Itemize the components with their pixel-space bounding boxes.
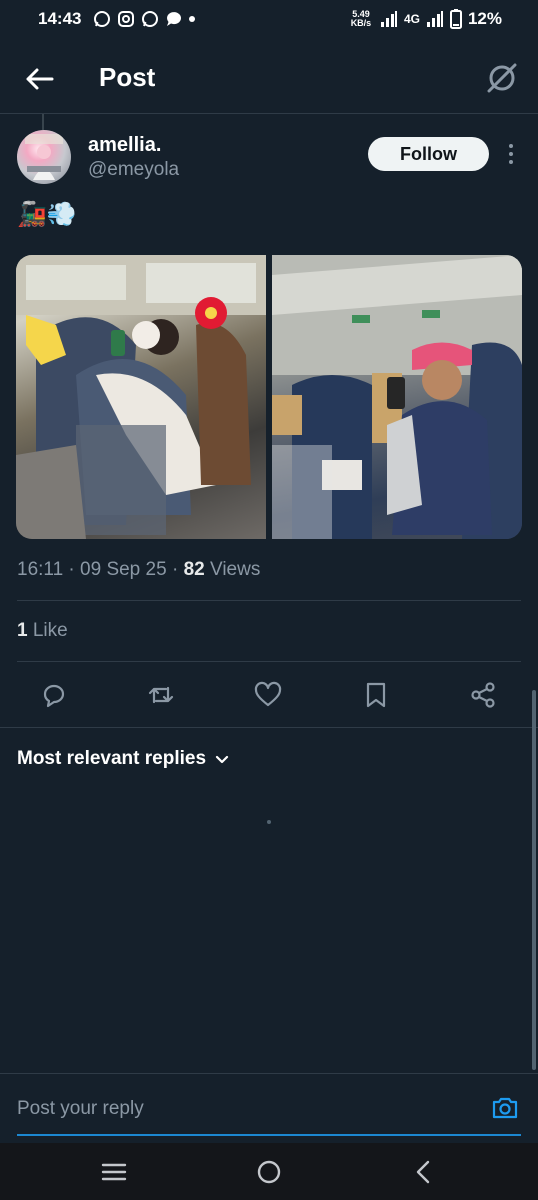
divider (17, 600, 521, 601)
battery-level: 12% (467, 9, 502, 28)
scrollbar[interactable] (532, 690, 536, 1070)
divider (0, 727, 538, 728)
bookmark-icon[interactable] (361, 680, 391, 710)
grok-icon[interactable] (484, 60, 520, 96)
status-time: 14:43 (38, 9, 82, 28)
back-arrow-icon[interactable] (22, 62, 56, 96)
views-label: Views (209, 559, 261, 580)
reply-input[interactable] (17, 1094, 467, 1124)
page-title: Post (99, 62, 156, 92)
meta-separator: · (68, 559, 81, 580)
photo-train-seat-1[interactable] (16, 255, 266, 539)
signal-icon (426, 11, 443, 27)
status-bar: 14:43 5.49 KB/s 4G 12% (0, 0, 538, 38)
likes-summary[interactable]: 1 Like (17, 620, 68, 642)
more-notifications-dot (189, 16, 196, 22)
battery-icon (449, 9, 462, 29)
post-text: 🚂💨 (17, 201, 77, 228)
share-icon[interactable] (468, 680, 498, 710)
thread-line (42, 114, 44, 130)
likes-label: Like (32, 620, 68, 641)
replies-sort-dropdown[interactable]: Most relevant replies (17, 748, 230, 770)
back-icon[interactable] (409, 1157, 439, 1187)
post-meta: 16:11 · 09 Sep 25 · 82 Views (17, 559, 260, 581)
system-navigation-bar (0, 1143, 538, 1200)
follow-button[interactable]: Follow (368, 137, 489, 171)
chevron-down-icon (215, 755, 229, 764)
more-options-icon[interactable] (503, 142, 519, 166)
post-date: 09 Sep 25 (80, 559, 167, 580)
camera-icon[interactable] (491, 1094, 519, 1122)
meta-separator: · (171, 559, 184, 580)
retweet-icon[interactable] (146, 680, 176, 710)
network-type: 4G (403, 12, 420, 26)
reply-composer (0, 1073, 538, 1141)
net-speed: 5.49 KB/s (350, 9, 372, 28)
top-app-bar: Post (0, 40, 538, 114)
whatsapp-icon (94, 11, 111, 27)
author-name[interactable]: amellia. (88, 134, 161, 157)
whatsapp-icon (142, 11, 159, 27)
signal-icon (380, 11, 397, 27)
photo-train-seat-2[interactable] (272, 255, 522, 539)
avatar[interactable] (17, 130, 71, 184)
post-author: amellia. @emeyola Follow (17, 130, 521, 190)
post-actions (0, 672, 538, 718)
recent-apps-icon[interactable] (99, 1157, 129, 1187)
views-count: 82 (183, 559, 205, 580)
loading-indicator (267, 820, 271, 824)
likes-count: 1 (17, 620, 28, 641)
replies-sort-label: Most relevant replies (17, 748, 207, 769)
post-time: 16:11 (17, 559, 64, 580)
instagram-icon (118, 11, 135, 27)
home-icon[interactable] (254, 1157, 284, 1187)
divider (17, 661, 521, 662)
post-media[interactable] (16, 255, 522, 539)
reply-input-underline (17, 1134, 521, 1136)
chat-bubble-icon (167, 12, 182, 26)
like-icon[interactable] (253, 680, 283, 710)
author-handle[interactable]: @emeyola (88, 159, 179, 181)
reply-icon[interactable] (39, 680, 69, 710)
